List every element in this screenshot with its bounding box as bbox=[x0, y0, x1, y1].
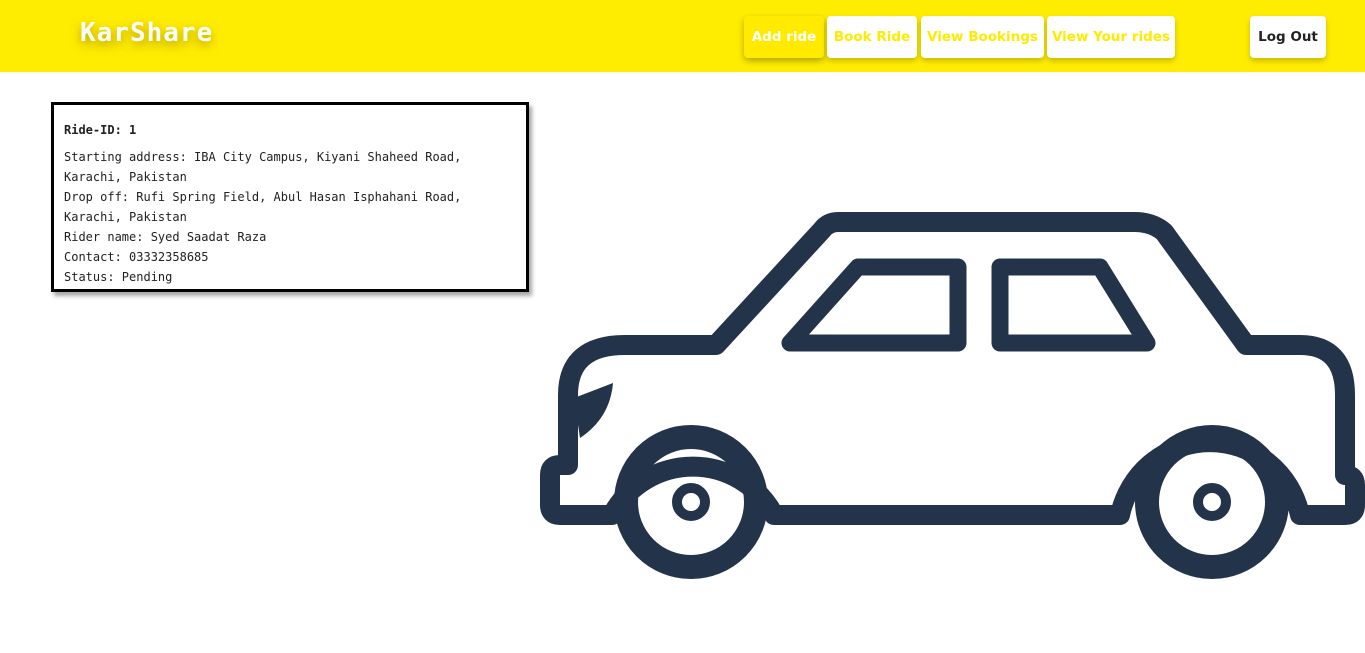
top-navbar: KarShare Add ride Book Ride View Booking… bbox=[0, 0, 1365, 72]
book-ride-button[interactable]: Book Ride bbox=[827, 16, 917, 58]
view-your-rides-button[interactable]: View Your rides bbox=[1047, 16, 1175, 58]
starting-address: Starting address: IBA City Campus, Kiyan… bbox=[64, 150, 462, 184]
rider-contact: Contact: 03332358685 bbox=[64, 250, 209, 264]
ride-card: Ride-ID: 1 Starting address: IBA City Ca… bbox=[51, 102, 529, 292]
view-bookings-button[interactable]: View Bookings bbox=[921, 16, 1044, 58]
car-icon bbox=[540, 205, 1365, 585]
ride-id: Ride-ID: 1 bbox=[64, 123, 137, 137]
ride-status: Status: Pending bbox=[64, 270, 173, 284]
logout-button[interactable]: Log Out bbox=[1250, 16, 1326, 58]
brand-logo[interactable]: KarShare bbox=[80, 18, 213, 48]
drop-off-address: Drop off: Rufi Spring Field, Abul Hasan … bbox=[64, 190, 462, 224]
add-ride-button[interactable]: Add ride bbox=[744, 16, 824, 58]
rider-name: Rider name: Syed Saadat Raza bbox=[64, 230, 267, 244]
